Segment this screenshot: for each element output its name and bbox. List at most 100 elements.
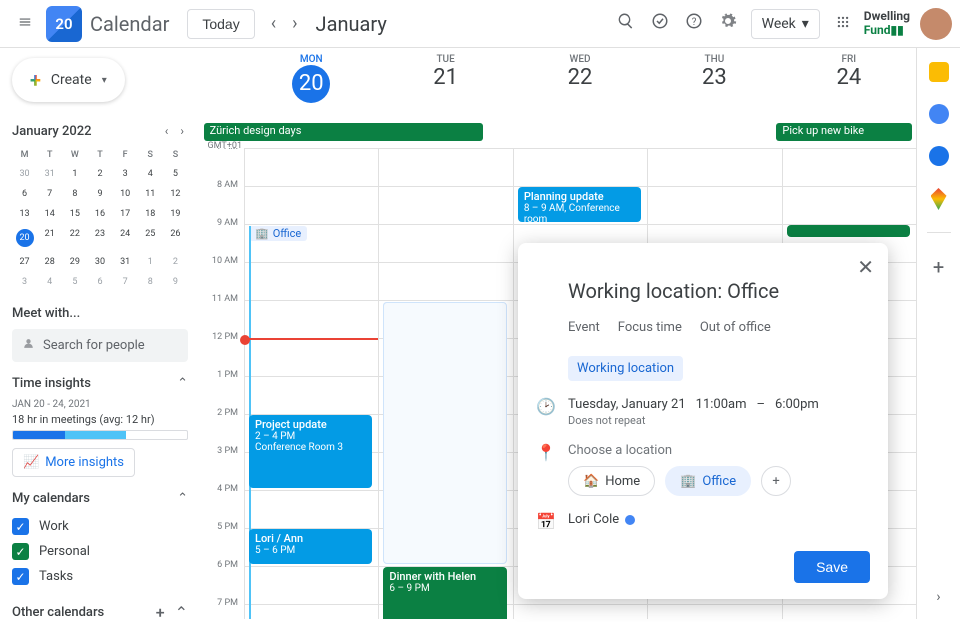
mini-day[interactable]: 9 [163, 272, 188, 292]
calendar-item[interactable]: ✓Tasks [12, 564, 188, 589]
mini-day[interactable]: 30 [12, 164, 37, 184]
add-addon-icon[interactable]: + [933, 255, 944, 279]
more-insights-button[interactable]: 📈 More insights [12, 448, 135, 477]
mini-day[interactable]: 29 [62, 252, 87, 272]
maps-icon[interactable] [931, 188, 947, 210]
prev-week-button[interactable]: ‹ [263, 7, 284, 40]
mini-day[interactable]: 8 [62, 184, 87, 204]
popup-title[interactable]: Working location: Office [568, 279, 870, 303]
mini-day[interactable]: 2 [163, 252, 188, 272]
day-header[interactable]: WED22 [513, 48, 647, 107]
mini-day[interactable]: 4 [37, 272, 62, 292]
participant[interactable]: Lori Cole [568, 512, 635, 527]
mini-day[interactable]: 7 [37, 184, 62, 204]
search-icon[interactable] [609, 4, 643, 43]
mini-day[interactable]: 20 [12, 224, 37, 252]
day-column[interactable]: 🏢Office Project update2 – 4 PMConference … [244, 148, 378, 619]
mini-day[interactable]: 19 [163, 204, 188, 224]
mini-day[interactable]: 21 [37, 224, 62, 252]
mini-day[interactable]: 22 [62, 224, 87, 252]
allday-event[interactable]: Zürich design days [204, 123, 483, 141]
mini-day[interactable]: 26 [163, 224, 188, 252]
time-insights-label[interactable]: Time insights⌃ [12, 376, 188, 391]
home-location-button[interactable]: 🏠Home [568, 466, 655, 496]
add-location-button[interactable]: + [761, 466, 791, 496]
calendar-event[interactable] [787, 225, 910, 237]
settings-icon[interactable] [711, 4, 745, 43]
mini-day[interactable]: 1 [62, 164, 87, 184]
mini-day[interactable]: 14 [37, 204, 62, 224]
tab-working-location[interactable]: Working location [568, 356, 683, 381]
mini-day[interactable]: 8 [138, 272, 163, 292]
office-location-chip[interactable]: 🏢Office [249, 226, 307, 241]
create-button[interactable]: + Create ▾ [12, 58, 125, 102]
menu-icon[interactable] [8, 5, 42, 43]
today-button[interactable]: Today [187, 9, 254, 39]
avatar[interactable] [920, 8, 952, 40]
calendar-item[interactable]: ✓Personal [12, 539, 188, 564]
calendar-event[interactable]: Project update2 – 4 PMConference Room 3 [249, 415, 372, 488]
contacts-icon[interactable] [929, 146, 949, 166]
repeat-label[interactable]: Does not repeat [568, 414, 819, 427]
mini-day[interactable]: 11 [138, 184, 163, 204]
help-icon[interactable]: ? [677, 4, 711, 43]
next-week-button[interactable]: › [284, 7, 305, 40]
close-icon[interactable]: ✕ [853, 251, 878, 283]
mini-day[interactable]: 1 [138, 252, 163, 272]
day-header[interactable]: THU23 [647, 48, 781, 107]
mini-day[interactable]: 16 [87, 204, 112, 224]
mini-day[interactable]: 28 [37, 252, 62, 272]
calendar-event[interactable]: Dinner with Helen6 – 9 PM [383, 567, 506, 619]
mini-prev-month[interactable]: ‹ [161, 122, 173, 140]
mini-day[interactable]: 31 [113, 252, 138, 272]
mini-day[interactable]: 7 [113, 272, 138, 292]
working-location-block[interactable] [383, 302, 506, 564]
mini-day[interactable]: 25 [138, 224, 163, 252]
mini-day[interactable]: 6 [87, 272, 112, 292]
allday-event[interactable]: Pick up new bike [776, 123, 912, 141]
day-header[interactable]: FRI24 [782, 48, 916, 107]
mini-day[interactable]: 4 [138, 164, 163, 184]
tasks-icon[interactable] [929, 104, 949, 124]
mini-day[interactable]: 24 [113, 224, 138, 252]
mini-day[interactable]: 6 [12, 184, 37, 204]
keep-icon[interactable] [929, 62, 949, 82]
mini-day[interactable]: 2 [87, 164, 112, 184]
apps-icon[interactable] [830, 9, 856, 39]
mini-day[interactable]: 3 [12, 272, 37, 292]
mini-day[interactable]: 13 [12, 204, 37, 224]
calendar-event[interactable]: Planning update8 – 9 AM, Conference room [518, 187, 641, 222]
mini-day[interactable]: 17 [113, 204, 138, 224]
mini-day[interactable]: 5 [163, 164, 188, 184]
day-column[interactable]: 🏢OfficeDinner with Helen6 – 9 PM [378, 148, 512, 619]
mini-day[interactable]: 3 [113, 164, 138, 184]
mini-day[interactable]: 30 [87, 252, 112, 272]
tab-focus-time[interactable]: Focus time [618, 317, 682, 338]
mini-day[interactable]: 12 [163, 184, 188, 204]
add-calendar-icon[interactable]: + [156, 603, 165, 622]
event-datetime[interactable]: Tuesday, January 21 11:00am – 6:00pm [568, 397, 819, 412]
day-header[interactable]: MON20 [244, 48, 378, 107]
mini-day[interactable]: 31 [37, 164, 62, 184]
status-icon[interactable] [643, 4, 677, 43]
mini-day[interactable]: 10 [113, 184, 138, 204]
mini-day[interactable]: 27 [12, 252, 37, 272]
calendar-event[interactable]: Lori / Ann5 – 6 PM [249, 529, 372, 564]
mini-next-month[interactable]: › [176, 122, 188, 140]
tab-out-of-office[interactable]: Out of office [700, 317, 771, 338]
office-location-button[interactable]: 🏢Office [665, 466, 751, 496]
other-calendars-label[interactable]: Other calendars +⌃ [12, 603, 188, 622]
collapse-panel-icon[interactable]: › [936, 589, 940, 605]
search-people-input[interactable]: Search for people [12, 329, 188, 362]
mini-day[interactable]: 9 [87, 184, 112, 204]
calendar-item[interactable]: ✓Work [12, 514, 188, 539]
mini-day[interactable]: 23 [87, 224, 112, 252]
mini-day[interactable]: 15 [62, 204, 87, 224]
view-selector[interactable]: Week ▾ [751, 9, 820, 39]
tab-event[interactable]: Event [568, 317, 600, 338]
mini-day[interactable]: 5 [62, 272, 87, 292]
my-calendars-label[interactable]: My calendars⌃ [12, 491, 188, 506]
mini-day[interactable]: 18 [138, 204, 163, 224]
save-button[interactable]: Save [794, 551, 870, 583]
day-header[interactable]: TUE21 [378, 48, 512, 107]
